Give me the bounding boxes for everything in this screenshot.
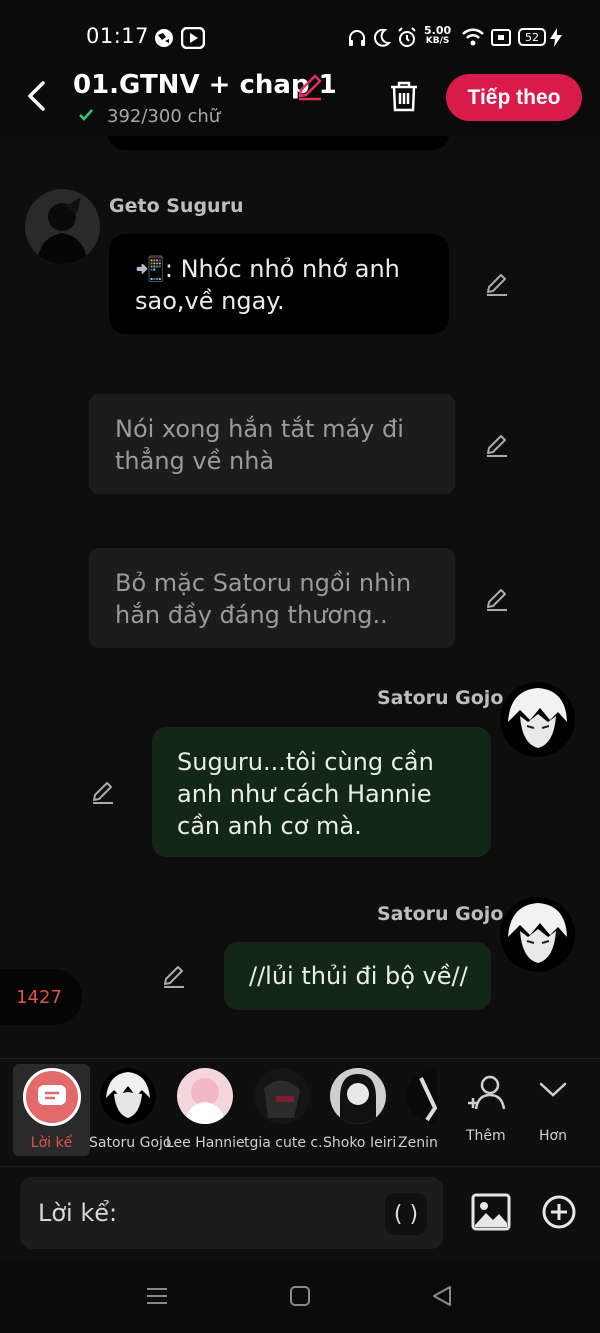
vpn-globe-icon	[155, 29, 173, 47]
sender-name: Geto Suguru	[109, 195, 244, 217]
add-character-icon[interactable]	[466, 1073, 506, 1113]
character-zenin[interactable]	[407, 1068, 437, 1124]
net-speed-value: 5.00	[424, 24, 452, 37]
wifi-icon	[462, 28, 484, 46]
composer-label: Lời kể:	[38, 1199, 118, 1227]
video-app-icon	[181, 27, 205, 49]
back-arrow-icon[interactable]	[24, 80, 50, 112]
edit-title-icon[interactable]	[295, 71, 325, 101]
check-icon	[79, 109, 93, 121]
word-count: 392/300 chữ	[107, 106, 221, 127]
self-message-bubble[interactable]: //lủi thủi đi bộ về//	[224, 942, 491, 1010]
menu-icon[interactable]	[145, 1285, 169, 1307]
sender-name: Satoru Gojo	[377, 903, 504, 925]
sender-name: Satoru Gojo	[377, 687, 504, 709]
next-button[interactable]: Tiếp theo	[446, 74, 582, 121]
character-label: Zenin	[398, 1135, 438, 1151]
character-shoko-ieiri[interactable]	[330, 1068, 386, 1124]
edit-message-icon[interactable]	[483, 270, 511, 298]
character-lee-hannie[interactable]	[177, 1068, 233, 1124]
message-bubble[interactable]: 📲: Nhóc nhỏ nhớ anh sao,về ngay.	[109, 234, 449, 334]
character-label: Lời kể	[30, 1135, 73, 1151]
back-triangle-icon[interactable]	[430, 1284, 454, 1308]
self-message-bubble[interactable]: Suguru...tôi cùng cần anh như cách Hanni…	[152, 727, 491, 857]
character-count-badge: 1427	[0, 969, 82, 1025]
narration-bubble[interactable]: Nói xong hắn tắt máy đi thẳng về nhà	[89, 394, 455, 494]
net-speed: 5.00 KB/S	[424, 25, 451, 47]
avatar-satoru-gojo[interactable]	[500, 897, 575, 972]
edit-message-icon[interactable]	[160, 962, 188, 990]
add-character-label[interactable]: Thêm	[466, 1128, 506, 1144]
character-satoru-gojo[interactable]	[100, 1068, 156, 1124]
character-tgia-cute[interactable]	[254, 1068, 310, 1124]
battery-indicator: 52	[518, 28, 546, 46]
character-label: Satoru Gojo	[89, 1135, 172, 1151]
net-speed-unit: KB/S	[425, 36, 450, 46]
character-label: tgia cute c...	[244, 1135, 322, 1151]
avatar-satoru-gojo[interactable]	[500, 682, 575, 757]
character-label: Shoko Ieiri	[323, 1135, 397, 1151]
image-icon[interactable]	[471, 1193, 511, 1231]
avatar-geto-suguru[interactable]	[25, 189, 100, 264]
chevron-down-icon[interactable]	[538, 1078, 568, 1100]
moon-icon	[374, 28, 391, 47]
narrator-avatar	[23, 1068, 81, 1126]
home-icon[interactable]	[289, 1285, 311, 1307]
previous-message-bubble	[108, 136, 449, 150]
narration-bubble[interactable]: Bỏ mặc Satoru ngồi nhìn hắn đầy đáng thư…	[89, 548, 455, 648]
cast-icon	[491, 29, 511, 46]
trash-icon[interactable]	[388, 80, 420, 113]
character-label: Lee Hannie	[166, 1135, 245, 1151]
narration-icon	[38, 1085, 66, 1105]
action-paren-button[interactable]: ( )	[385, 1193, 427, 1235]
charging-icon	[550, 28, 562, 47]
status-time: 01:17	[86, 24, 150, 48]
edit-message-icon[interactable]	[89, 778, 117, 806]
edit-narration-icon[interactable]	[483, 431, 511, 459]
headphones-icon	[349, 30, 365, 46]
alarm-icon	[398, 27, 416, 47]
add-circle-icon[interactable]	[541, 1194, 577, 1230]
edit-narration-icon[interactable]	[483, 585, 511, 613]
expand-label[interactable]: Hơn	[539, 1128, 567, 1144]
